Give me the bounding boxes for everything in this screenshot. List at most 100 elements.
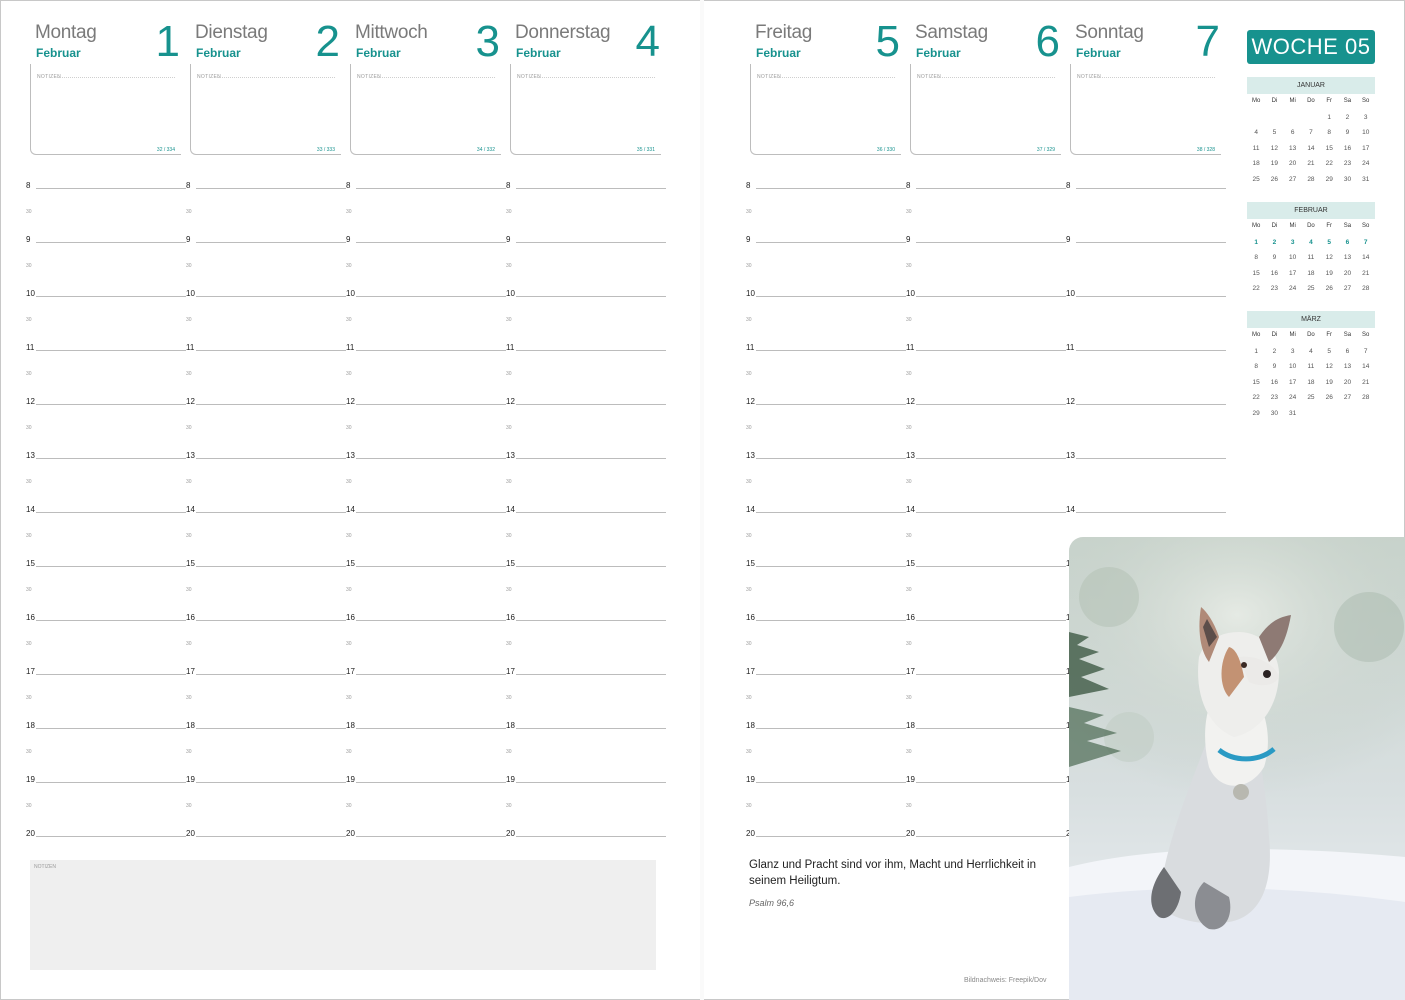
hour-slot[interactable]: 15 <box>186 542 346 569</box>
half-hour-slot[interactable]: 30 <box>26 299 186 326</box>
hour-slot[interactable]: 16 <box>906 596 1066 623</box>
hour-slot[interactable]: 20 <box>346 812 506 839</box>
hour-slot[interactable]: 20 <box>906 812 1066 839</box>
hour-slot[interactable]: 12 <box>1066 380 1226 407</box>
day-notes-box[interactable]: NOTIZEN 36 / 330 <box>750 64 901 155</box>
hour-slot[interactable]: 20 <box>26 812 186 839</box>
half-hour-slot[interactable]: 30 <box>506 569 666 596</box>
half-hour-slot[interactable]: 30 <box>746 407 906 434</box>
half-hour-slot[interactable]: 30 <box>746 731 906 758</box>
half-hour-slot[interactable]: 30 <box>346 191 506 218</box>
hour-slot[interactable]: 13 <box>346 434 506 461</box>
hour-slot[interactable]: 11 <box>906 326 1066 353</box>
half-hour-slot[interactable]: 30 <box>906 407 1066 434</box>
half-hour-slot[interactable]: 30 <box>506 245 666 272</box>
half-hour-slot[interactable]: 30 <box>346 731 506 758</box>
hour-slot[interactable]: 13 <box>26 434 186 461</box>
half-hour-slot[interactable]: 30 <box>506 191 666 218</box>
hour-slot[interactable]: 10 <box>506 272 666 299</box>
hour-slot[interactable]: 14 <box>186 488 346 515</box>
week-notes-panel[interactable]: NOTIZEN <box>30 860 656 970</box>
hour-slot[interactable]: 17 <box>746 650 906 677</box>
day-notes-box[interactable]: NOTIZEN 38 / 328 <box>1070 64 1221 155</box>
hour-slot[interactable]: 15 <box>506 542 666 569</box>
hour-slot[interactable]: 19 <box>346 758 506 785</box>
hour-slot[interactable]: 8 <box>506 164 666 191</box>
hour-slot[interactable]: 11 <box>746 326 906 353</box>
half-hour-slot[interactable]: 30 <box>26 731 186 758</box>
half-hour-slot[interactable]: 30 <box>26 569 186 596</box>
hour-slot[interactable]: 13 <box>1066 434 1226 461</box>
hour-slot[interactable]: 18 <box>746 704 906 731</box>
hour-slot[interactable]: 13 <box>906 434 1066 461</box>
hour-slot[interactable]: 19 <box>26 758 186 785</box>
half-hour-slot[interactable]: 30 <box>186 245 346 272</box>
half-hour-slot[interactable]: 30 <box>906 299 1066 326</box>
half-hour-slot[interactable]: 30 <box>26 677 186 704</box>
half-hour-slot[interactable]: 30 <box>746 245 906 272</box>
hour-slot[interactable]: 18 <box>26 704 186 731</box>
half-hour-slot[interactable]: 30 <box>906 353 1066 380</box>
hour-slot[interactable]: 14 <box>906 488 1066 515</box>
half-hour-slot[interactable]: 30 <box>346 569 506 596</box>
half-hour-slot[interactable]: 30 <box>506 353 666 380</box>
half-hour-slot[interactable]: 30 <box>746 785 906 812</box>
hour-slot[interactable]: 19 <box>506 758 666 785</box>
hour-slot[interactable]: 8 <box>1066 164 1226 191</box>
hour-slot[interactable]: 14 <box>746 488 906 515</box>
half-hour-slot[interactable]: 30 <box>506 623 666 650</box>
half-hour-slot[interactable]: 30 <box>506 299 666 326</box>
hour-slot[interactable]: 11 <box>26 326 186 353</box>
hour-slot[interactable]: 9 <box>506 218 666 245</box>
half-hour-slot[interactable]: 30 <box>186 353 346 380</box>
hour-slot[interactable]: 14 <box>346 488 506 515</box>
hour-slot[interactable]: 20 <box>746 812 906 839</box>
hour-slot[interactable]: 17 <box>26 650 186 677</box>
hour-slot[interactable]: 16 <box>506 596 666 623</box>
half-hour-slot[interactable]: 30 <box>906 623 1066 650</box>
half-hour-slot[interactable]: 30 <box>506 407 666 434</box>
hour-slot[interactable]: 11 <box>1066 326 1226 353</box>
hour-slot[interactable]: 15 <box>26 542 186 569</box>
hour-slot[interactable]: 10 <box>26 272 186 299</box>
hour-slot[interactable]: 20 <box>506 812 666 839</box>
half-hour-slot[interactable]: 30 <box>906 245 1066 272</box>
hour-slot[interactable]: 12 <box>906 380 1066 407</box>
hour-slot[interactable]: 15 <box>906 542 1066 569</box>
day-notes-box[interactable]: NOTIZEN 35 / 331 <box>510 64 661 155</box>
hour-slot[interactable]: 12 <box>746 380 906 407</box>
half-hour-slot[interactable]: 30 <box>746 461 906 488</box>
hour-slot[interactable]: 10 <box>186 272 346 299</box>
hour-slot[interactable]: 15 <box>746 542 906 569</box>
half-hour-slot[interactable]: 30 <box>906 461 1066 488</box>
half-hour-slot[interactable]: 30 <box>346 461 506 488</box>
day-notes-box[interactable]: NOTIZEN 34 / 332 <box>350 64 501 155</box>
hour-slot[interactable]: 10 <box>1066 272 1226 299</box>
hour-slot[interactable]: 9 <box>186 218 346 245</box>
half-hour-slot[interactable]: 30 <box>26 623 186 650</box>
hour-slot[interactable]: 16 <box>746 596 906 623</box>
hour-slot[interactable]: 8 <box>186 164 346 191</box>
hour-slot[interactable]: 15 <box>346 542 506 569</box>
half-hour-slot[interactable]: 30 <box>746 569 906 596</box>
half-hour-slot[interactable]: 30 <box>186 515 346 542</box>
hour-slot[interactable]: 9 <box>26 218 186 245</box>
hour-slot[interactable]: 18 <box>346 704 506 731</box>
half-hour-slot[interactable]: 30 <box>186 623 346 650</box>
hour-slot[interactable]: 13 <box>506 434 666 461</box>
hour-slot[interactable]: 17 <box>346 650 506 677</box>
day-notes-box[interactable]: NOTIZEN 33 / 333 <box>190 64 341 155</box>
half-hour-slot[interactable]: 30 <box>906 731 1066 758</box>
half-hour-slot[interactable]: 30 <box>506 731 666 758</box>
hour-slot[interactable]: 14 <box>1066 488 1226 515</box>
hour-slot[interactable]: 12 <box>26 380 186 407</box>
half-hour-slot[interactable]: 30 <box>506 677 666 704</box>
half-hour-slot[interactable]: 30 <box>346 785 506 812</box>
half-hour-slot[interactable]: 30 <box>906 677 1066 704</box>
half-hour-slot[interactable]: 30 <box>746 299 906 326</box>
hour-slot[interactable]: 19 <box>186 758 346 785</box>
hour-slot[interactable]: 18 <box>906 704 1066 731</box>
half-hour-slot[interactable]: 30 <box>746 191 906 218</box>
half-hour-slot[interactable]: 30 <box>26 407 186 434</box>
half-hour-slot[interactable]: 30 <box>186 191 346 218</box>
